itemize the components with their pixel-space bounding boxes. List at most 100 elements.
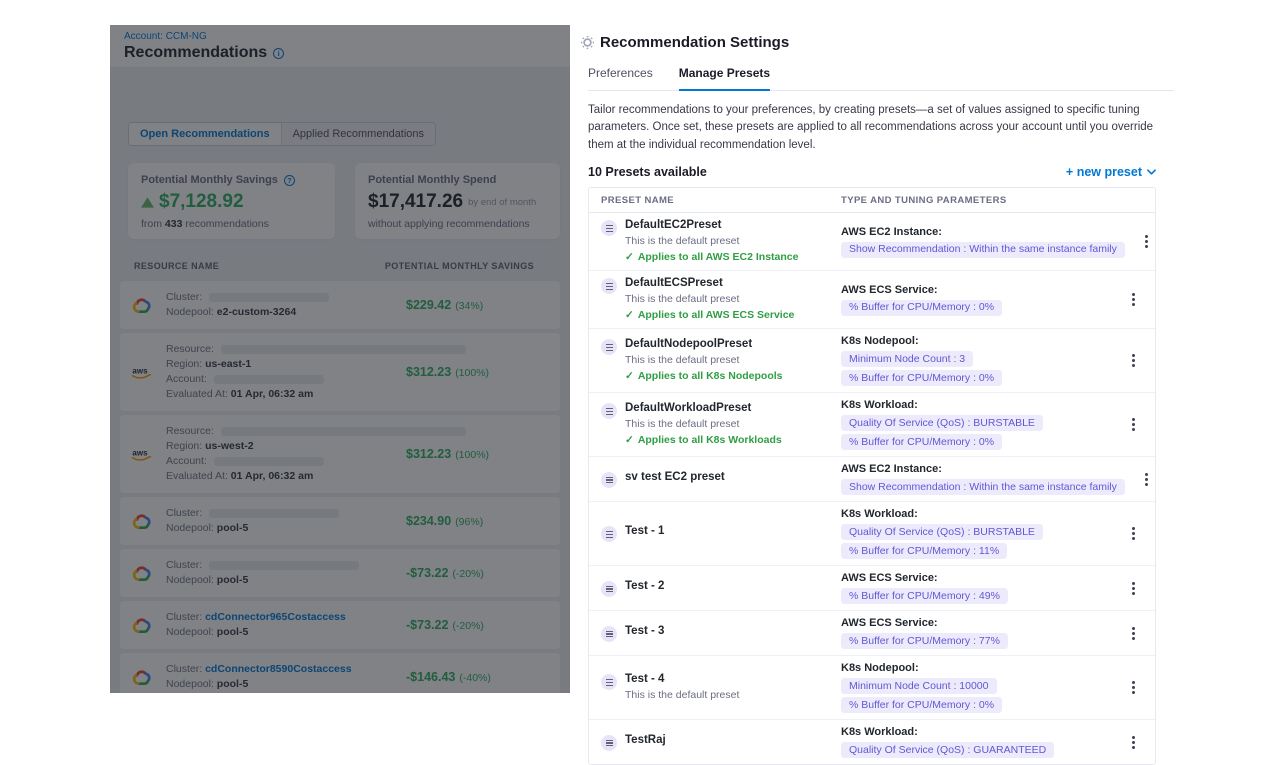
tuning-parameter-chip: % Buffer for CPU/Memory : 11% [841, 543, 1007, 559]
preset-description: This is the default preset [625, 689, 739, 702]
gear-icon [581, 36, 594, 49]
preset-name-block: Test - 3 [625, 625, 664, 638]
preset-applies-to: ✓Applies to all AWS ECS Service [625, 309, 794, 322]
settings-tabbar: Preferences Manage Presets [588, 66, 1174, 91]
preset-name-block: DefaultECSPreset This is the default pres… [625, 277, 794, 322]
col-type-tuning-parameters: TYPE AND TUNING PARAMETERS [841, 195, 1111, 206]
preset-menu-cell [1111, 527, 1155, 540]
preset-row[interactable]: Test - 2 AWS ECS Service:% Buffer for CPU… [589, 566, 1155, 611]
row-menu-button[interactable] [1126, 293, 1140, 306]
preset-params-cell: AWS ECS Service:% Buffer for CPU/Memory … [841, 572, 1111, 604]
preset-menu-cell [1111, 418, 1155, 431]
row-menu-button[interactable] [1126, 582, 1140, 595]
preset-menu-cell [1111, 736, 1155, 749]
preset-row[interactable]: DefaultNodepoolPresetThis is the default… [589, 329, 1155, 393]
preset-type: K8s Nodepool: [841, 335, 1111, 348]
preset-name: Test - 1 [625, 525, 664, 538]
preset-name: sv test EC2 preset [625, 471, 725, 484]
preset-name-block: Test - 2 [625, 580, 664, 593]
preset-icon [601, 674, 617, 690]
tuning-parameter-chip: % Buffer for CPU/Memory : 0% [841, 300, 1002, 316]
new-preset-button[interactable]: + new preset [1066, 165, 1156, 179]
preset-name-cell: Test - 1 [589, 525, 841, 542]
tuning-parameter-chip: Minimum Node Count : 3 [841, 351, 973, 367]
preset-menu-cell [1111, 582, 1155, 595]
modal-overlay[interactable] [110, 25, 570, 693]
preset-name-block: sv test EC2 preset [625, 471, 725, 484]
preset-name: DefaultEC2Preset [625, 219, 798, 232]
preset-icon [601, 626, 617, 642]
preset-type: AWS ECS Service: [841, 617, 1111, 630]
check-icon: ✓ [625, 434, 634, 446]
preset-name-block: Test - 4This is the default preset [625, 673, 739, 702]
preset-menu-cell [1111, 354, 1155, 367]
preset-row[interactable]: DefaultECSPreset This is the default pres… [589, 271, 1155, 329]
preset-name-block: DefaultNodepoolPresetThis is the default… [625, 338, 783, 383]
preset-name-cell: DefaultNodepoolPresetThis is the default… [589, 338, 841, 383]
tab-preferences[interactable]: Preferences [588, 66, 653, 90]
preset-row[interactable]: DefaultWorkloadPresetThis is the default… [589, 393, 1155, 457]
preset-name: Test - 3 [625, 625, 664, 638]
presets-description: Tailor recommendations to your preferenc… [588, 102, 1180, 154]
check-icon: ✓ [625, 251, 634, 263]
row-menu-button[interactable] [1140, 235, 1154, 248]
row-menu-button[interactable] [1126, 418, 1140, 431]
preset-name-cell: DefaultEC2Preset This is the default pres… [589, 219, 841, 264]
tuning-parameter-chip: % Buffer for CPU/Memory : 49% [841, 588, 1008, 604]
tab-manage-presets[interactable]: Manage Presets [679, 66, 770, 91]
preset-type: AWS EC2 Instance: [841, 463, 1125, 476]
tuning-parameter-chip: Show Recommendation : Within the same in… [841, 242, 1125, 258]
preset-name: DefaultWorkloadPreset [625, 402, 782, 415]
preset-description: This is the default preset [625, 235, 798, 248]
row-menu-button[interactable] [1126, 527, 1140, 540]
preset-icon [601, 735, 617, 751]
preset-icon [601, 220, 617, 236]
tuning-parameter-chip: % Buffer for CPU/Memory : 77% [841, 633, 1008, 649]
preset-type: K8s Nodepool: [841, 662, 1111, 675]
row-menu-button[interactable] [1126, 354, 1140, 367]
preset-name: DefaultECSPreset [625, 277, 794, 290]
chevron-down-icon [1147, 169, 1156, 175]
row-menu-button[interactable] [1140, 473, 1154, 486]
tuning-parameter-chip: % Buffer for CPU/Memory : 0% [841, 434, 1002, 450]
tuning-parameter-chip: Quality Of Service (QoS) : GUARANTEED [841, 742, 1054, 758]
preset-row[interactable]: Test - 3 AWS ECS Service: % Buffer for CPU… [589, 611, 1155, 656]
preset-params-cell: K8s Workload:Quality Of Service (QoS) : … [841, 508, 1111, 559]
preset-params-cell: AWS EC2 Instance: Show Recommendation : W… [841, 226, 1125, 258]
preset-type: K8s Workload: [841, 726, 1111, 739]
preset-params-cell: K8s Workload:Quality Of Service (QoS) : … [841, 399, 1111, 450]
preset-row[interactable]: DefaultEC2Preset This is the default pres… [589, 213, 1155, 271]
preset-description: This is the default preset [625, 293, 794, 306]
preset-row[interactable]: Test - 4This is the default preset K8s No… [589, 656, 1155, 720]
preset-row[interactable]: TestRajK8s Workload: Quality Of Service (… [589, 720, 1155, 764]
presets-table-rows: DefaultEC2Preset This is the default pres… [589, 213, 1155, 764]
preset-name-block: DefaultWorkloadPresetThis is the default… [625, 402, 782, 447]
col-preset-name: PRESET NAME [589, 195, 841, 206]
row-menu-button[interactable] [1126, 681, 1140, 694]
row-menu-button[interactable] [1126, 736, 1140, 749]
preset-name-cell: TestRaj [589, 734, 841, 751]
preset-applies-to: ✓Applies to all K8s Nodepools [625, 370, 783, 383]
preset-row[interactable]: sv test EC2 preset AWS EC2 Instance: Show … [589, 457, 1155, 502]
tuning-parameter-chip: Show Recommendation : Within the same in… [841, 479, 1125, 495]
preset-description: This is the default preset [625, 354, 783, 367]
preset-type: AWS EC2 Instance: [841, 226, 1125, 239]
tuning-parameter-chip: Quality Of Service (QoS) : BURSTABLE [841, 415, 1043, 431]
preset-icon [601, 581, 617, 597]
preset-menu-cell [1111, 627, 1155, 640]
recommendations-page: Account: CCM-NG Recommendations i Open R… [110, 25, 570, 693]
preset-menu-cell [1111, 293, 1155, 306]
preset-row[interactable]: Test - 1 K8s Workload:Quality Of Service … [589, 502, 1155, 566]
preset-menu-cell [1125, 473, 1169, 486]
preset-name-block: Test - 1 [625, 525, 664, 538]
preset-params-cell: AWS ECS Service:% Buffer for CPU/Memory … [841, 284, 1111, 316]
preset-applies-to: ✓Applies to all K8s Workloads [625, 434, 782, 447]
check-icon: ✓ [625, 309, 634, 321]
row-menu-button[interactable] [1126, 627, 1140, 640]
preset-applies-to: ✓Applies to all AWS EC2 Instance [625, 251, 798, 264]
presets-table-header: PRESET NAME TYPE AND TUNING PARAMETERS [589, 188, 1155, 213]
preset-params-cell: K8s Workload: Quality Of Service (QoS) : … [841, 726, 1111, 758]
preset-name-cell: DefaultWorkloadPresetThis is the default… [589, 402, 841, 447]
preset-icon [601, 278, 617, 294]
preset-name-cell: Test - 3 [589, 625, 841, 642]
